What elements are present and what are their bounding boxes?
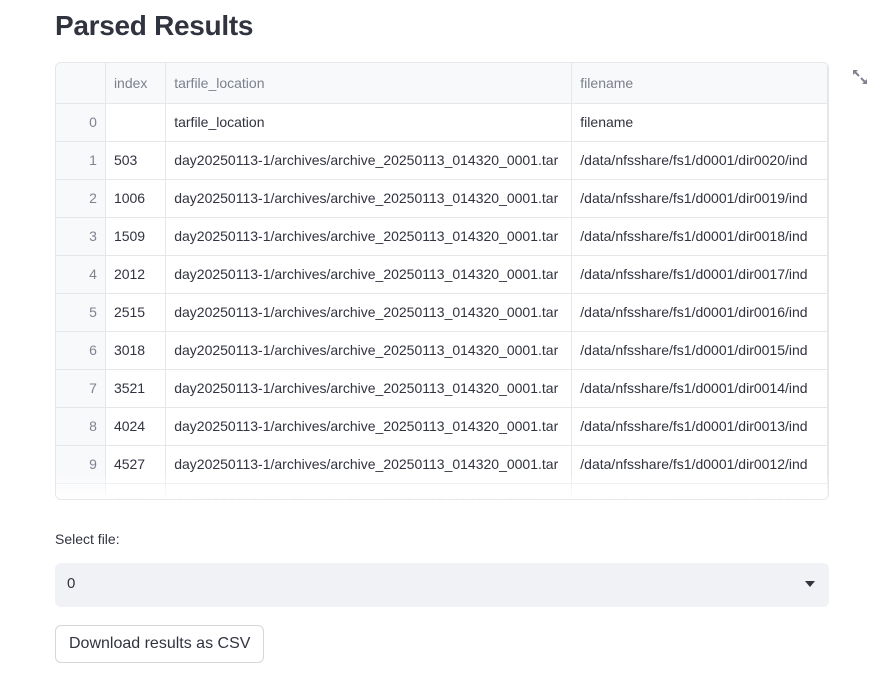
row-number: 9	[56, 445, 106, 484]
row-number: 0	[56, 103, 106, 142]
download-csv-button[interactable]: Download results as CSV	[55, 625, 265, 663]
row-number: 6	[56, 331, 106, 370]
table-row[interactable]: 4 2012 day20250113-1/archives/archive_20…	[56, 255, 828, 294]
cell-index[interactable]: 1509	[105, 217, 167, 256]
results-table[interactable]: index tarfile_location filename 0 tarfil…	[55, 62, 829, 500]
cell-filename[interactable]: /data/nfsshare/fs1/d0001/dir0015/ind	[571, 331, 828, 370]
page-title: Parsed Results	[55, 10, 254, 41]
expand-icon[interactable]	[850, 67, 870, 87]
cell-filename[interactable]: /data/nfsshare/fs1/d0001/dir0018/ind	[571, 217, 828, 256]
cell-index[interactable]: 1006	[105, 179, 167, 218]
cell-filename[interactable]: filename	[571, 103, 828, 142]
cell-filename[interactable]: /data/nfsshare/fs1/d0001/dir0017/ind	[571, 255, 828, 294]
cell-index[interactable]: 3018	[105, 331, 167, 370]
chevron-down-icon	[805, 581, 815, 587]
cell-index[interactable]: 2515	[105, 293, 167, 332]
row-number: 1	[56, 141, 106, 180]
cell-tarfile-location[interactable]: day20250113-1/archives/archive_20250113_…	[165, 255, 573, 294]
table-row[interactable]: 1 503 day20250113-1/archives/archive_202…	[56, 141, 828, 180]
cell-filename[interactable]: /data/nfsshare/fs1/d0001/dir0013/ind	[571, 407, 828, 446]
table-row[interactable]: 7 3521 day20250113-1/archives/archive_20…	[56, 369, 828, 408]
cell-tarfile-location[interactable]: tarfile_location	[165, 103, 573, 142]
table-row[interactable]: 5 2515 day20250113-1/archives/archive_20…	[56, 293, 828, 332]
cell-filename[interactable]: /data/nfsshare/fs1/d0001/dir0016/ind	[571, 293, 828, 332]
row-number: 3	[56, 217, 106, 256]
cell-filename[interactable]: /data/nfsshare/fs1/d0001/dir0020/ind	[571, 141, 828, 180]
table-row[interactable]: 10 5030 day20250113-1/archives/archive_2…	[56, 483, 828, 499]
cell-filename[interactable]: /data/nfsshare/fs1/d0001/dir0014/ind	[571, 369, 828, 408]
cell-index[interactable]: 503	[105, 141, 167, 180]
cell-index[interactable]: 3521	[105, 369, 167, 408]
cell-tarfile-location[interactable]: day20250113-1/archives/archive_20250113_…	[165, 369, 573, 408]
row-number: 2	[56, 179, 106, 218]
row-number: 7	[56, 369, 106, 408]
table-row[interactable]: 9 4527 day20250113-1/archives/archive_20…	[56, 445, 828, 484]
cell-tarfile-location[interactable]: day20250113-1/archives/archive_20250113_…	[165, 179, 573, 218]
table-row[interactable]: 0 tarfile_location filename	[56, 103, 828, 142]
cell-tarfile-location[interactable]: day20250113-1/archives/archive_20250113_…	[165, 445, 573, 484]
column-header-tarfile-location[interactable]: tarfile_location	[165, 63, 573, 104]
cell-tarfile-location[interactable]: day20250113-1/archives/archive_20250113_…	[165, 483, 573, 499]
column-header-filename[interactable]: filename	[571, 63, 828, 104]
column-header-row-index	[56, 63, 106, 104]
table-header-row: index tarfile_location filename	[56, 63, 828, 104]
table-row[interactable]: 6 3018 day20250113-1/archives/archive_20…	[56, 331, 828, 370]
table-row[interactable]: 3 1509 day20250113-1/archives/archive_20…	[56, 217, 828, 256]
cell-index[interactable]: 4527	[105, 445, 167, 484]
cell-filename[interactable]: /data/nfsshare/fs1/d0001/dir0012/ind	[571, 445, 828, 484]
row-number: 10	[56, 483, 106, 499]
cell-filename[interactable]: /data/nfsshare/fs1/d0001/dir0011/ind	[571, 483, 828, 499]
cell-tarfile-location[interactable]: day20250113-1/archives/archive_20250113_…	[165, 293, 573, 332]
cell-index[interactable]: 4024	[105, 407, 167, 446]
cell-tarfile-location[interactable]: day20250113-1/archives/archive_20250113_…	[165, 217, 573, 256]
cell-index[interactable]: 5030	[105, 483, 167, 499]
cell-index[interactable]	[105, 103, 167, 142]
column-header-index[interactable]: index	[105, 63, 167, 104]
row-number: 8	[56, 407, 106, 446]
cell-filename[interactable]: /data/nfsshare/fs1/d0001/dir0019/ind	[571, 179, 828, 218]
data-grid: index tarfile_location filename 0 tarfil…	[56, 63, 828, 499]
row-number: 4	[56, 255, 106, 294]
file-select-value: 0	[67, 575, 76, 592]
cell-tarfile-location[interactable]: day20250113-1/archives/archive_20250113_…	[165, 407, 573, 446]
cell-tarfile-location[interactable]: day20250113-1/archives/archive_20250113_…	[165, 331, 573, 370]
row-number: 5	[56, 293, 106, 332]
table-row[interactable]: 2 1006 day20250113-1/archives/archive_20…	[56, 179, 828, 218]
cell-index[interactable]: 2012	[105, 255, 167, 294]
table-row[interactable]: 8 4024 day20250113-1/archives/archive_20…	[56, 407, 828, 446]
select-file-label: Select file:	[55, 531, 120, 547]
cell-tarfile-location[interactable]: day20250113-1/archives/archive_20250113_…	[165, 141, 573, 180]
file-select[interactable]: 0	[55, 563, 829, 607]
